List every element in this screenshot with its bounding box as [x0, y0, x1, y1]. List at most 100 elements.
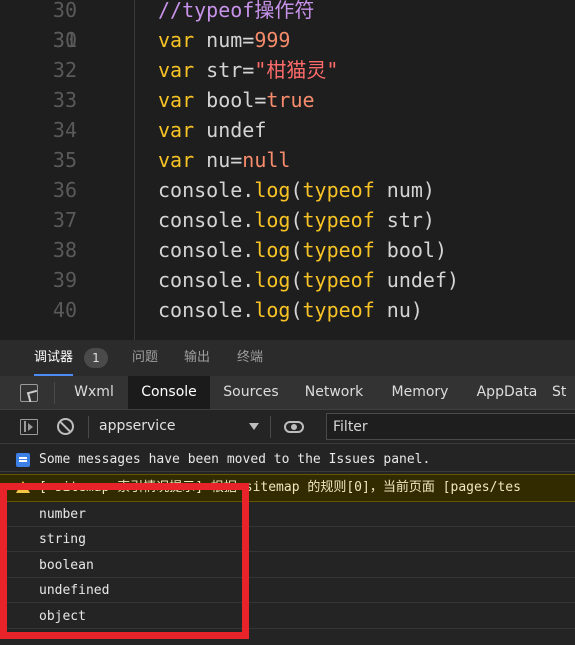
code-text: console.log(typeof str): [158, 205, 435, 235]
code-line: 40 console.log(typeof nu): [0, 295, 575, 325]
line-number: 39: [52, 268, 77, 292]
code-token: typeof: [302, 268, 375, 292]
code-token: typeof: [302, 238, 375, 262]
code-text: var num=999: [158, 25, 290, 55]
code-token: (: [290, 268, 303, 292]
line-number: 30: [52, 28, 77, 52]
code-text: console.log(typeof bool): [158, 235, 447, 265]
line-number: 40: [52, 298, 77, 322]
chevron-down-icon[interactable]: [249, 423, 259, 430]
code-token: num: [194, 28, 243, 52]
code-token: typeof: [302, 208, 375, 232]
code-token: undef): [374, 268, 460, 292]
code-token: (: [290, 238, 303, 262]
code-token: log: [254, 268, 291, 292]
info-icon: [16, 453, 30, 467]
code-line-partial-top: 30: [0, 0, 575, 52]
warning-message[interactable]: [ sitemap 索引情况提示] 根据 sitemap 的规则[0]，当前页面…: [0, 474, 575, 502]
tab-output[interactable]: 输出: [184, 340, 210, 376]
tab-issues[interactable]: 问题: [132, 340, 158, 376]
code-token: var: [158, 148, 195, 172]
code-token: =: [242, 58, 255, 82]
divider: [88, 416, 89, 438]
code-line: 36 console.log(typeof num): [0, 175, 575, 205]
info-message: Some messages have been moved to the Iss…: [0, 448, 575, 472]
info-message-text: Some messages have been moved to the Iss…: [39, 452, 431, 467]
code-line: 37 console.log(typeof str): [0, 205, 575, 235]
code-token: log: [254, 208, 291, 232]
line-number: 34: [52, 118, 77, 142]
issue-count-badge: 1: [84, 348, 108, 368]
code-token: console.: [158, 298, 255, 322]
log-line: number: [0, 502, 575, 527]
tab-memory[interactable]: Memory: [378, 376, 462, 409]
tab-debugger[interactable]: 调试器: [34, 340, 74, 376]
code-token: 999: [254, 28, 291, 52]
code-token: var: [158, 58, 195, 82]
log-line: string: [0, 527, 575, 552]
code-text: var undef: [158, 115, 266, 145]
log-line: boolean: [0, 553, 575, 578]
tab-appdata[interactable]: AppData: [464, 376, 550, 409]
code-line: 35 var nu=null: [0, 145, 575, 175]
code-token: bool): [374, 238, 447, 262]
code-token: (: [290, 208, 303, 232]
code-token: =: [254, 88, 267, 112]
code-text: console.log(typeof nu): [158, 295, 423, 325]
inspect-element-icon[interactable]: [20, 384, 38, 402]
code-token: "柑猫灵": [254, 58, 339, 82]
log-line-text: number: [39, 507, 86, 522]
line-number: 36: [52, 178, 77, 202]
log-line: object: [0, 604, 575, 629]
log-line-text: object: [39, 609, 86, 624]
code-line: 39 console.log(typeof undef): [0, 265, 575, 295]
code-token: nu): [374, 298, 423, 322]
code-text: var str="柑猫灵": [158, 55, 338, 85]
tab-console[interactable]: Console: [128, 376, 210, 409]
live-expression-eye-icon[interactable]: [284, 421, 304, 433]
code-token: var: [158, 88, 195, 112]
code-token: var: [158, 118, 195, 142]
code-line: 31 var num=999: [0, 25, 575, 55]
code-token: console.: [158, 268, 255, 292]
divider: [270, 416, 271, 438]
tab-wxml[interactable]: Wxml: [62, 376, 126, 409]
devtools-panel: 调试器 1 问题 输出 终端 Wxml Console Sources Netw…: [0, 340, 575, 645]
code-token: nu: [194, 148, 231, 172]
line-number: 33: [52, 88, 77, 112]
code-token: num): [374, 178, 435, 202]
tab-terminal[interactable]: 终端: [237, 340, 263, 376]
code-token: console.: [158, 238, 255, 262]
code-token: str: [194, 58, 243, 82]
code-token: typeof: [302, 298, 375, 322]
show-sidebar-icon[interactable]: [20, 419, 38, 435]
code-token: console.: [158, 178, 255, 202]
code-token: bool: [194, 88, 255, 112]
code-editor[interactable]: 30//typeof操作符 31 var num=999 32 var str="柑猫灵…: [0, 0, 575, 340]
panel-tab-bar: 调试器 1 问题 输出 终端: [0, 340, 575, 376]
code-token: (: [290, 178, 303, 202]
code-token: typeof: [302, 178, 375, 202]
code-token: str): [374, 208, 435, 232]
line-number: 38: [52, 238, 77, 262]
code-token: true: [266, 88, 315, 112]
code-line: 38 console.log(typeof bool): [0, 235, 575, 265]
code-token: undef: [194, 118, 267, 142]
log-line-text: boolean: [39, 558, 94, 573]
code-token: null: [242, 148, 291, 172]
context-selector[interactable]: appservice: [99, 410, 176, 443]
code-text: var nu=null: [158, 145, 290, 175]
log-line: undefined: [0, 578, 575, 603]
filter-input[interactable]: [326, 413, 575, 440]
console-toolbar: appservice: [0, 410, 575, 444]
tab-storage[interactable]: St: [552, 376, 575, 409]
tab-network[interactable]: Network: [292, 376, 376, 409]
log-line-text: string: [39, 532, 86, 547]
tab-sources[interactable]: Sources: [212, 376, 290, 409]
code-line: 33 var bool=true: [0, 85, 575, 115]
line-number: 35: [52, 148, 77, 172]
log-line-text: undefined: [39, 583, 110, 598]
code-token: console.: [158, 208, 255, 232]
clear-console-icon[interactable]: [57, 418, 74, 435]
code-line: 34 var undef: [0, 115, 575, 145]
